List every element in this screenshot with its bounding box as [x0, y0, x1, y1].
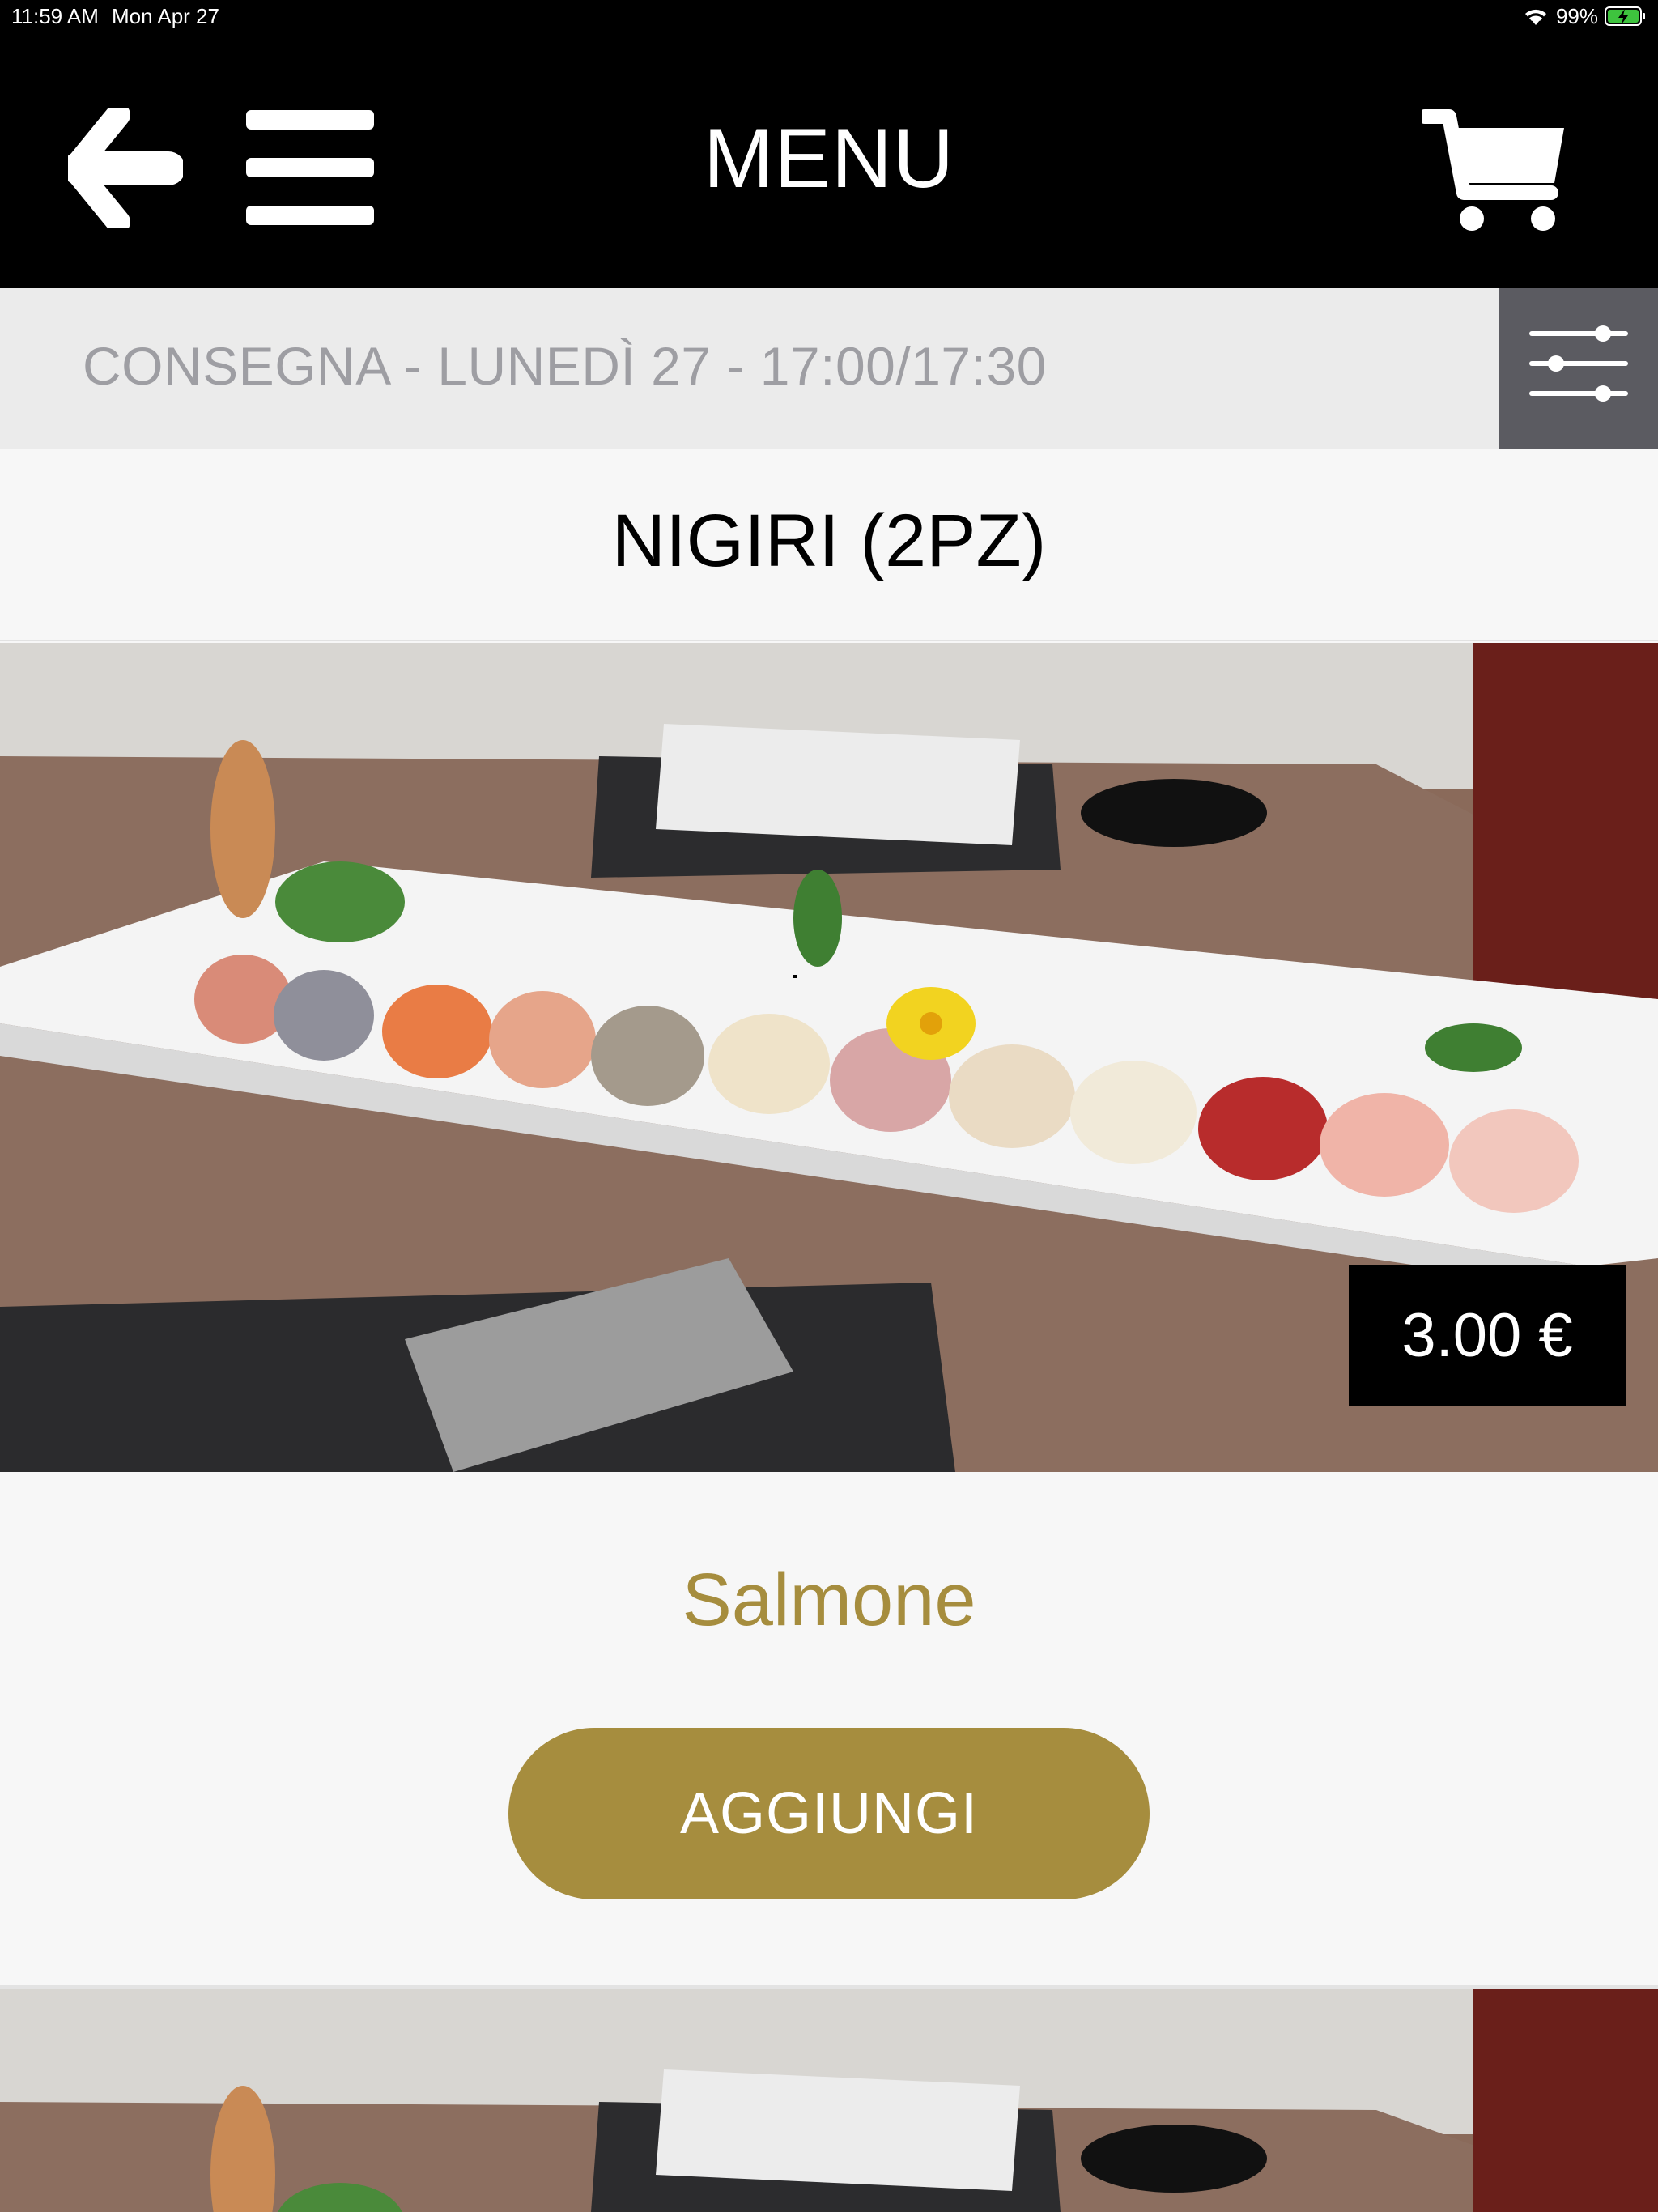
price-badge: 3.00 € [1349, 1265, 1626, 1406]
category-header: NIGIRI (2PZ) [0, 449, 1658, 641]
page-title: MENU [703, 112, 955, 206]
product-name: Salmone [682, 1559, 976, 1641]
filter-button[interactable] [1499, 288, 1658, 449]
delivery-info-bar[interactable]: CONSEGNA - LUNEDÌ 27 - 17:00/17:30 [0, 288, 1658, 449]
category-title: NIGIRI (2PZ) [611, 500, 1047, 582]
cart-icon [1418, 109, 1564, 231]
next-product-image[interactable] [0, 1989, 1658, 2212]
sliders-icon [1529, 325, 1628, 402]
top-navbar: MENU [0, 32, 1658, 288]
battery-percent: 99% [1555, 4, 1598, 28]
status-bar: 11:59 AM Mon Apr 27 99% [0, 0, 1658, 32]
battery-charging-icon [1605, 6, 1645, 26]
cart-button[interactable] [1418, 105, 1567, 235]
menu-page: 11:59 AM Mon Apr 27 99% MENU CONSEGNA - … [0, 0, 1658, 2212]
status-time: 11:59 AM [11, 4, 99, 28]
delivery-text: CONSEGNA - LUNEDÌ 27 - 17:00/17:30 [83, 336, 1047, 396]
status-date: Mon Apr 27 [112, 4, 219, 28]
wifi-icon [1524, 9, 1546, 25]
add-to-cart-button[interactable]: AGGIUNGI [508, 1728, 1150, 1899]
status-right: 99% [1522, 0, 1647, 32]
